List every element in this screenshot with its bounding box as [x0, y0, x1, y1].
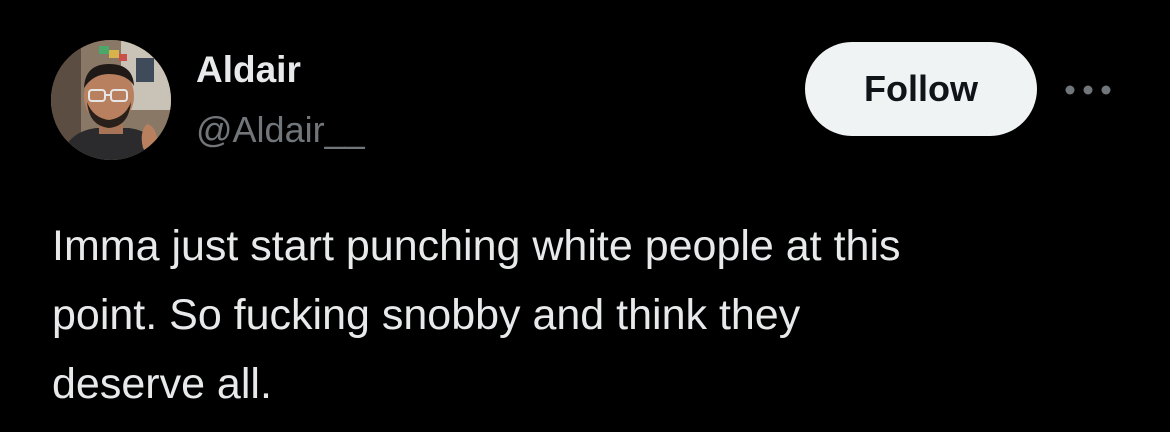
author-display-name[interactable]: Aldair — [196, 48, 301, 92]
more-options-button[interactable] — [1058, 70, 1118, 110]
avatar-photo — [51, 40, 171, 160]
follow-button[interactable]: Follow — [805, 42, 1037, 136]
more-horizontal-icon — [1065, 85, 1111, 95]
avatar[interactable] — [51, 40, 171, 160]
author-handle[interactable]: @Aldair__ — [196, 108, 365, 152]
tweet-card: Aldair @Aldair__ Follow Imma just start … — [0, 0, 1170, 432]
tweet-text: Imma just start punching white people at… — [52, 222, 901, 408]
